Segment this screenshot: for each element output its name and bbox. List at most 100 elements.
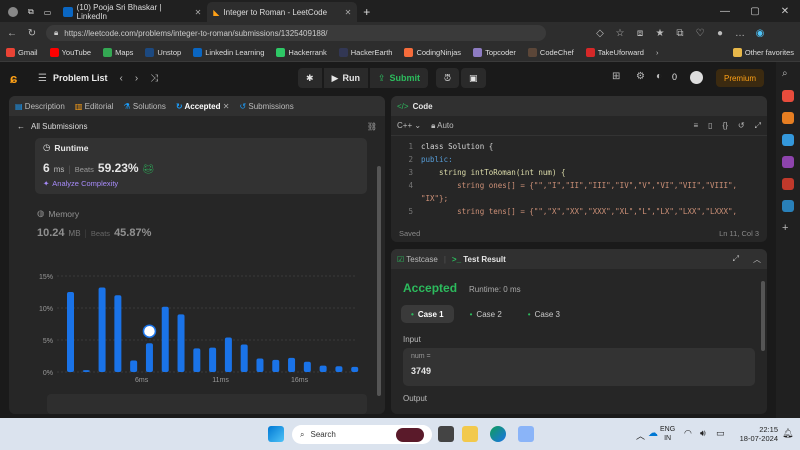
back-icon[interactable]: ← (6, 28, 18, 39)
bookmark-icon[interactable]: ▯ (708, 121, 712, 130)
auto-mode[interactable]: 🔒︎ Auto (431, 121, 454, 131)
tab-solutions[interactable]: ⚗ Solutions (124, 102, 166, 111)
workspaces-icon[interactable]: ⧉ (28, 7, 34, 17)
tools-icon[interactable] (782, 112, 794, 124)
bookmark-hackerrank[interactable]: Hackerrank (276, 48, 327, 57)
close-window-icon[interactable]: ✕ (770, 6, 800, 17)
close-icon[interactable]: ✕ (195, 8, 202, 17)
collections-icon[interactable]: ⧉ (674, 28, 686, 39)
edge-icon[interactable] (490, 426, 506, 442)
extensions-icon[interactable]: ◇ (594, 28, 606, 39)
runtime-bar[interactable] (240, 344, 248, 372)
streak-icon[interactable]: ◐ (656, 71, 662, 82)
games-icon[interactable] (782, 134, 794, 146)
battery-icon[interactable]: ▭ (716, 428, 725, 439)
runtime-bar[interactable] (335, 366, 343, 372)
runtime-bar[interactable] (288, 357, 296, 372)
timer-button[interactable]: ⏰︎ (436, 68, 460, 88)
minimize-icon[interactable]: — (710, 6, 740, 17)
new-tab-button[interactable]: + (357, 2, 376, 22)
tab-accepted[interactable]: ↻ Accepted ✕ (176, 102, 230, 111)
premium-button[interactable]: Premium (715, 69, 764, 87)
reset-icon[interactable]: ↺ (738, 121, 745, 130)
collapse-icon[interactable]: ︿ (753, 254, 761, 265)
notification-icon[interactable]: 🔔︎ (782, 428, 793, 439)
bookmark-takeuforward[interactable]: TakeUforward (585, 48, 644, 57)
close-icon[interactable]: ✕ (345, 8, 352, 17)
test-scrollbar[interactable] (761, 281, 765, 351)
photos-icon[interactable] (518, 426, 534, 442)
runtime-bar[interactable] (256, 358, 264, 372)
bookmark-gmail[interactable]: Gmail (6, 48, 38, 57)
bookmark-youtube[interactable]: YouTube (49, 48, 91, 57)
runtime-bar[interactable] (351, 366, 359, 372)
analyze-complexity-button[interactable]: ✦ Analyze Complexity (43, 179, 359, 188)
settings-icon[interactable]: ⚙ (636, 71, 645, 82)
run-button[interactable]: ▶ Run (323, 68, 368, 88)
runtime-bar[interactable] (177, 314, 185, 372)
case-1-button[interactable]: • Case 1 (401, 305, 454, 323)
runtime-bar[interactable] (67, 292, 74, 372)
runtime-bar[interactable] (209, 347, 217, 372)
bookmark-unstop[interactable]: Unstop (145, 48, 181, 57)
task-view-icon[interactable] (438, 426, 454, 442)
bookmark-topcoder[interactable]: Topcoder (473, 48, 516, 57)
refresh-icon[interactable]: ↻ (26, 28, 38, 39)
browser-essentials-icon[interactable]: ♡ (694, 28, 706, 39)
runtime-bar[interactable] (98, 287, 106, 372)
chevron-up-icon[interactable]: ︿ (636, 429, 645, 442)
bookmark-maps[interactable]: Maps (103, 48, 133, 57)
runtime-bar[interactable] (130, 360, 138, 372)
prev-problem-icon[interactable]: ‹ (119, 73, 122, 84)
profile-icon[interactable] (8, 7, 18, 17)
wifi-icon[interactable]: ◠ (684, 428, 692, 439)
bookmark-codechef[interactable]: CodeChef (527, 48, 574, 57)
tab-test-result[interactable]: >_ Test Result (452, 255, 506, 264)
chevron-right-icon[interactable]: › (656, 48, 659, 57)
favorites-icon[interactable]: ★ (654, 28, 666, 39)
shopping-icon[interactable] (782, 90, 794, 102)
link-icon[interactable]: ⛓ (367, 122, 377, 131)
more-icon[interactable]: … (734, 28, 746, 39)
braces-icon[interactable]: {} (723, 121, 728, 130)
tab-editorial[interactable]: ▥ Editorial (75, 102, 114, 111)
maximize-icon[interactable]: ▢ (740, 6, 770, 17)
runtime-bar[interactable] (145, 343, 153, 372)
all-submissions-link[interactable]: ← All Submissions ⛓ (9, 116, 385, 136)
add-icon[interactable]: + (782, 222, 794, 234)
next-problem-icon[interactable]: › (135, 73, 138, 84)
taskbar-search[interactable]: ⌕ Search (292, 425, 432, 444)
bookmark-other-favorites[interactable]: Other favorites (732, 48, 794, 57)
runtime-bar[interactable] (161, 306, 169, 372)
problem-list-link[interactable]: Problem List (53, 73, 108, 83)
bookmark-codingninjas[interactable]: CodingNinjas (404, 48, 461, 57)
tab-testcase[interactable]: ☑ Testcase (397, 255, 438, 264)
runtime-bar[interactable] (272, 359, 280, 372)
fullscreen-icon[interactable]: ⤢ (755, 121, 761, 131)
layout-icon[interactable]: ⊞ (612, 71, 620, 82)
runtime-bar[interactable] (224, 337, 232, 372)
runtime-bar[interactable] (114, 295, 122, 372)
runtime-bar[interactable] (193, 348, 201, 372)
notes-button[interactable]: ▣ (461, 68, 486, 88)
submit-button[interactable]: ⇪ Submit (369, 68, 429, 88)
url-input[interactable]: 🔒︎ https://leetcode.com/problems/integer… (46, 25, 546, 41)
copilot-icon[interactable]: ◉ (754, 28, 766, 39)
tab-description[interactable]: ▤ Description (15, 102, 65, 111)
tab-submissions[interactable]: ↺ Submissions (239, 102, 293, 111)
language-indicator[interactable]: ENG IN (660, 425, 675, 443)
format-icon[interactable]: ≡ (693, 121, 698, 130)
case-3-button[interactable]: • Case 3 (518, 305, 570, 323)
code-editor[interactable]: 1 class Solution { 2 public: 3 string intT… (391, 136, 767, 218)
case-2-button[interactable]: • Case 2 (460, 305, 512, 323)
tab-actions-icon[interactable]: ▭ (44, 8, 52, 17)
shuffle-icon[interactable]: ⤨ (150, 73, 158, 84)
windows-start-icon[interactable] (268, 426, 284, 442)
outlook-icon[interactable] (782, 200, 794, 212)
expand-icon[interactable]: ⤢ (733, 254, 739, 264)
runtime-bar[interactable] (303, 361, 311, 372)
office-icon[interactable] (782, 178, 794, 190)
bookmark-linkedin-learning[interactable]: Linkedin Learning (193, 48, 264, 57)
copilot-sidebar-icon[interactable] (782, 156, 794, 168)
your-submission-marker[interactable] (142, 324, 157, 338)
